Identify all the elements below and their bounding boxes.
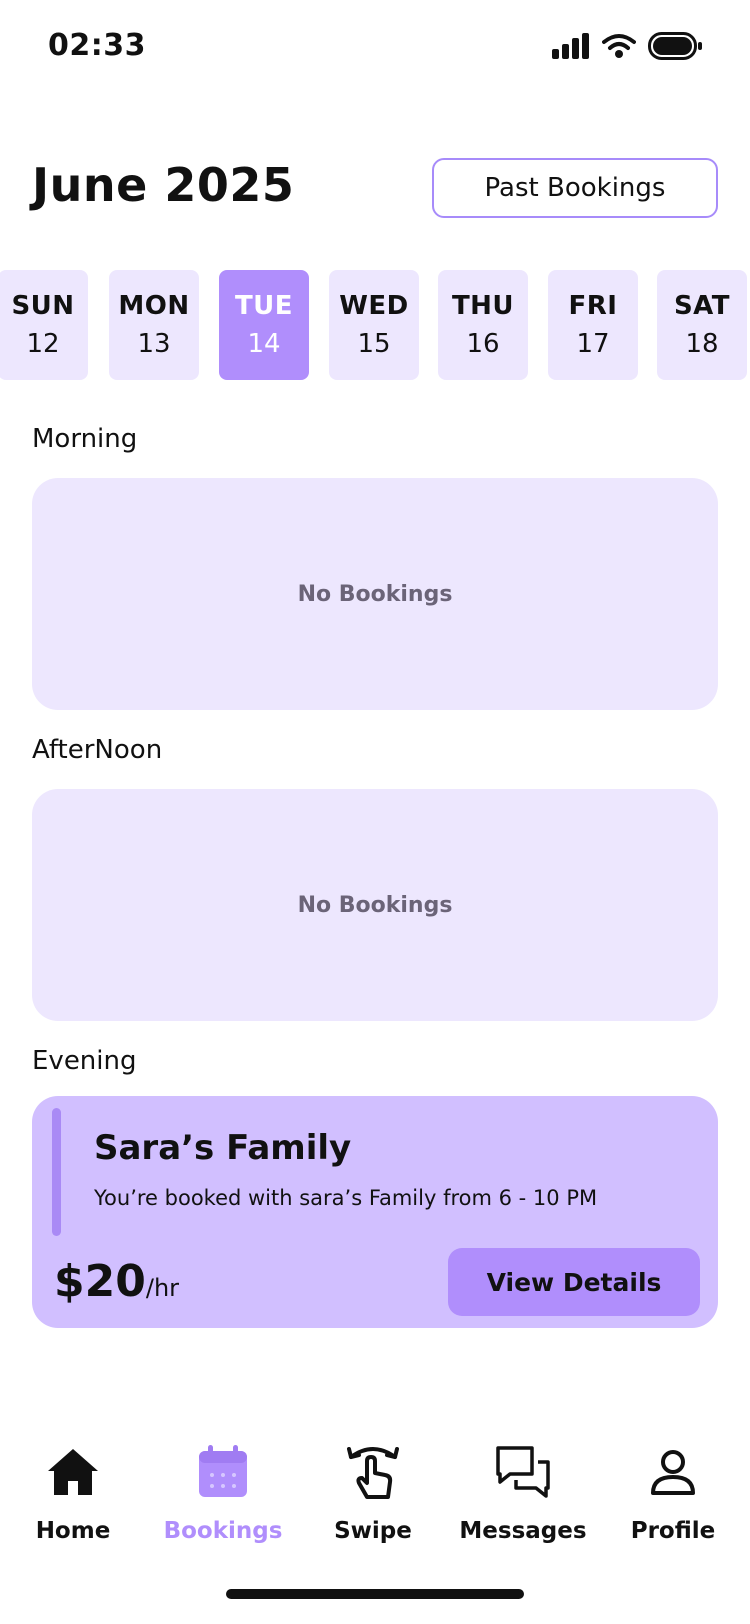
day-name: THU <box>451 291 515 321</box>
day-name: SAT <box>673 291 731 321</box>
signal-icon <box>552 33 590 63</box>
view-details-button[interactable]: View Details <box>448 1248 700 1316</box>
day-selector: SUN 12 MON 13 TUE 14 WED 15 THU 16 FRI 1… <box>0 270 750 380</box>
section-label-evening: Evening <box>32 1046 137 1076</box>
day-name: WED <box>339 291 409 321</box>
empty-text: No Bookings <box>297 581 453 607</box>
tab-label: Home <box>35 1518 111 1544</box>
accent-bar <box>52 1108 61 1236</box>
past-bookings-button[interactable]: Past Bookings <box>432 158 718 218</box>
profile-icon <box>641 1440 705 1504</box>
tab-label: Messages <box>459 1518 587 1544</box>
home-indicator <box>226 1589 524 1599</box>
tab-label: Swipe <box>334 1518 412 1544</box>
page-title: June 2025 <box>32 158 295 212</box>
day-number: 14 <box>247 329 281 359</box>
tab-swipe[interactable]: Swipe <box>308 1440 438 1544</box>
booking-card[interactable]: Sara’s Family You’re booked with sara’s … <box>32 1096 718 1328</box>
empty-text: No Bookings <box>297 892 453 918</box>
tab-label: Bookings <box>163 1518 283 1544</box>
day-number: 17 <box>576 329 610 359</box>
morning-empty-card: No Bookings <box>32 478 718 710</box>
day-sun[interactable]: SUN 12 <box>0 270 88 380</box>
day-sat[interactable]: SAT 18 <box>657 270 747 380</box>
day-tue[interactable]: TUE 14 <box>219 270 309 380</box>
price-unit: /hr <box>145 1274 180 1302</box>
day-number: 16 <box>466 329 500 359</box>
tab-label: Profile <box>630 1518 716 1544</box>
day-fri[interactable]: FRI 17 <box>548 270 638 380</box>
tab-home[interactable]: Home <box>8 1440 138 1544</box>
tab-messages[interactable]: Messages <box>458 1440 588 1544</box>
section-label-morning: Morning <box>32 424 138 454</box>
day-number: 13 <box>137 329 171 359</box>
home-icon <box>41 1440 105 1504</box>
day-wed[interactable]: WED 15 <box>329 270 419 380</box>
booking-title: Sara’s Family <box>94 1128 352 1168</box>
day-name: TUE <box>234 291 294 321</box>
tab-profile[interactable]: Profile <box>608 1440 738 1544</box>
day-number: 12 <box>26 329 60 359</box>
tab-bar: Home Bookings Swipe Messages Profile <box>0 1440 750 1570</box>
wifi-icon <box>602 33 636 63</box>
afternoon-empty-card: No Bookings <box>32 789 718 1021</box>
day-number: 15 <box>357 329 391 359</box>
day-name: MON <box>118 291 190 321</box>
battery-icon <box>648 32 702 64</box>
day-number: 18 <box>685 329 719 359</box>
booking-description: You’re booked with sara’s Family from 6 … <box>94 1186 598 1210</box>
day-mon[interactable]: MON 13 <box>109 270 199 380</box>
swipe-icon <box>341 1440 405 1504</box>
status-bar: 02:33 <box>0 0 750 96</box>
status-time: 02:33 <box>48 28 146 63</box>
messages-icon <box>491 1440 555 1504</box>
section-label-afternoon: AfterNoon <box>32 735 163 765</box>
calendar-icon <box>191 1440 255 1504</box>
price-amount: $20 <box>54 1256 146 1307</box>
day-name: SUN <box>11 291 75 321</box>
status-icons <box>552 32 702 64</box>
day-thu[interactable]: THU 16 <box>438 270 528 380</box>
day-name: FRI <box>568 291 618 321</box>
booking-price: $20/hr <box>54 1256 179 1307</box>
tab-bookings[interactable]: Bookings <box>158 1440 288 1544</box>
